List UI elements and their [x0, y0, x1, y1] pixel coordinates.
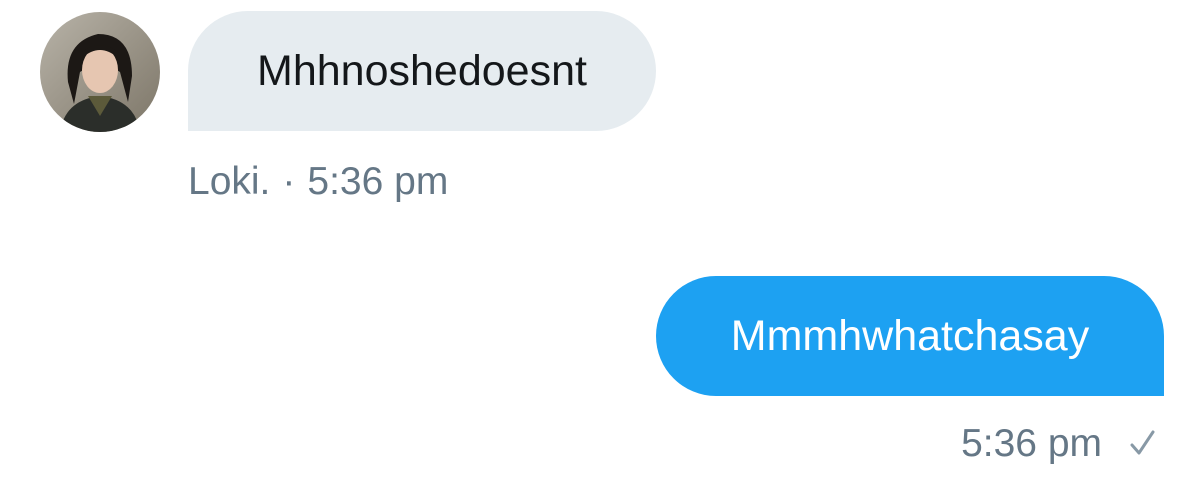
- avatar-image: [40, 12, 160, 132]
- sender-name[interactable]: Loki.: [188, 160, 270, 203]
- sent-message-meta: 5:36 pm: [961, 424, 1160, 463]
- sent-message-text: Mmmhwhatchasay: [730, 311, 1090, 360]
- meta-separator: ·: [282, 160, 296, 203]
- received-message-bubble[interactable]: Mhhnoshedoesnt: [188, 11, 656, 131]
- received-message-meta: Loki. · 5:36 pm: [188, 162, 448, 201]
- sender-avatar[interactable]: [40, 12, 160, 132]
- sent-checkmark-icon: [1124, 426, 1160, 462]
- received-message-text: Mhhnoshedoesnt: [257, 46, 587, 95]
- received-timestamp: 5:36 pm: [307, 160, 449, 203]
- sent-message-bubble[interactable]: Mmmhwhatchasay: [656, 276, 1164, 396]
- sent-timestamp: 5:36 pm: [961, 422, 1102, 465]
